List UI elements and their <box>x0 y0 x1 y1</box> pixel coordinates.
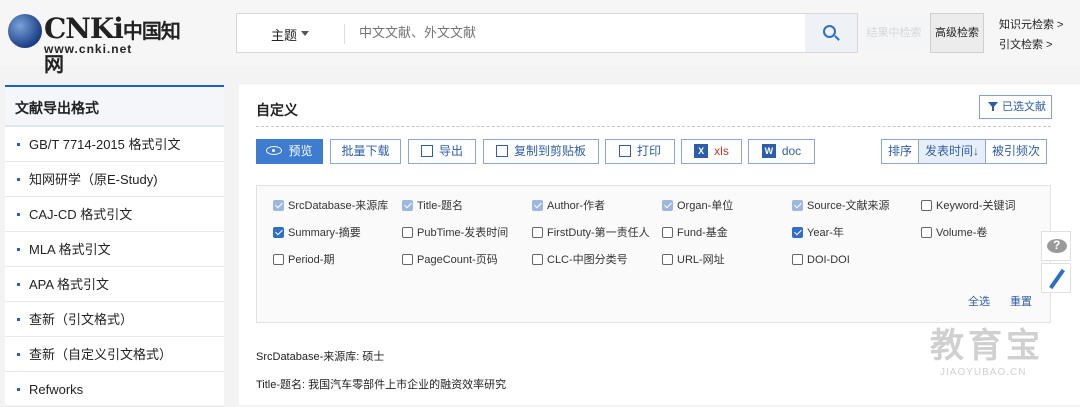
advanced-search-button[interactable]: 高级检索 <box>930 13 984 53</box>
search-box: 主题 <box>236 13 858 53</box>
field-checkbox[interactable]: PageCount-页码 <box>402 252 498 268</box>
batch-download-button[interactable]: 批量下载 <box>330 139 401 164</box>
search-button[interactable] <box>805 14 857 52</box>
field-selection-box: SrcDatabase-来源库 Title-题名 Author-作者 Organ… <box>256 185 1051 323</box>
field-checkbox[interactable]: URL-网址 <box>662 252 725 268</box>
xls-button[interactable]: Xxls <box>681 139 742 164</box>
divider <box>344 24 345 44</box>
question-bubble-icon <box>1047 238 1067 253</box>
sidebar: 文献导出格式 GB/T 7714-2015 格式引文 知网研学（原E-Study… <box>5 85 224 407</box>
knowledge-search-link[interactable]: 知识元检索 > <box>999 15 1063 35</box>
field-checkbox[interactable]: Volume-卷 <box>921 225 987 241</box>
field-checkbox[interactable]: PubTime-发表时间 <box>402 225 508 241</box>
field-checkbox[interactable]: Title-题名 <box>402 198 463 214</box>
field-checkbox[interactable]: CLC-中图分类号 <box>532 252 628 268</box>
search-field-select[interactable]: 主题 <box>271 25 297 44</box>
select-all-link[interactable]: 全选 <box>968 293 990 309</box>
field-checkbox[interactable]: Source-文献来源 <box>792 198 890 214</box>
sort-by-citations[interactable]: 被引频次 <box>986 140 1046 163</box>
sidebar-item-mla[interactable]: MLA 格式引文 <box>5 232 224 267</box>
sidebar-item-cajcd[interactable]: CAJ-CD 格式引文 <box>5 197 224 232</box>
eye-icon <box>266 146 283 156</box>
divider <box>256 126 1051 127</box>
doc-button[interactable]: Wdoc <box>748 139 815 164</box>
sidebar-item-apa[interactable]: APA 格式引文 <box>5 267 224 302</box>
field-checkbox[interactable]: Fund-基金 <box>662 225 728 241</box>
sort-label: 排序 <box>882 140 920 163</box>
selected-docs-button[interactable]: 已选文献 <box>979 95 1052 119</box>
export-button[interactable]: 导出 <box>408 139 476 164</box>
sidebar-item-chaxin-custom[interactable]: 查新（自定义引文格式） <box>5 337 224 372</box>
sidebar-item-estudy[interactable]: 知网研学（原E-Study) <box>5 162 224 197</box>
field-checkbox[interactable]: DOI-DOI <box>792 252 850 268</box>
search-in-results-button[interactable]: 结果中检索 <box>862 14 926 52</box>
sidebar-title: 文献导出格式 <box>5 87 224 127</box>
page-title: 自定义 <box>256 102 298 118</box>
field-checkbox[interactable]: Organ-单位 <box>662 198 733 214</box>
field-checkbox[interactable]: Year-年 <box>792 225 844 241</box>
watermark: 教育宝 JIAOYUBAO.CN <box>930 327 1044 378</box>
copy-clipboard-button[interactable]: 复制到剪贴板 <box>483 139 599 164</box>
sidebar-item-refworks[interactable]: Refworks <box>5 372 224 407</box>
top-bar: CNKi中国知网 www.cnki.net 主题 结果中检索 高级检索 知识元检… <box>0 0 1080 76</box>
sidebar-item-gbt[interactable]: GB/T 7714-2015 格式引文 <box>5 127 224 162</box>
field-checkbox[interactable]: Period-期 <box>273 252 334 268</box>
printer-icon <box>618 144 631 157</box>
result-line: Title-题名: 我国汽车零部件上市企业的融资效率研究 <box>256 379 507 391</box>
sort-by-date[interactable]: 发表时间↓ <box>919 140 987 163</box>
logo-url: www.cnki.net <box>44 42 133 56</box>
right-links: 知识元检索 > 引文检索 > <box>999 15 1063 55</box>
search-input[interactable] <box>359 25 799 40</box>
citation-search-link[interactable]: 引文检索 > <box>999 35 1063 55</box>
word-icon: W <box>761 143 776 158</box>
sidebar-item-chaxin[interactable]: 查新（引文格式） <box>5 302 224 337</box>
edit-button[interactable] <box>1041 263 1071 293</box>
chevron-down-icon <box>301 31 309 36</box>
clipboard-icon <box>495 144 508 157</box>
field-checkbox[interactable]: SrcDatabase-来源库 <box>273 198 388 214</box>
field-checkbox[interactable]: Author-作者 <box>532 198 605 214</box>
field-checkbox[interactable]: Summary-摘要 <box>273 225 361 241</box>
excel-icon: X <box>694 143 709 158</box>
globe-icon <box>8 14 42 48</box>
cnki-logo[interactable]: CNKi中国知网 www.cnki.net <box>8 10 188 76</box>
export-icon <box>420 144 433 157</box>
result-line: SrcDatabase-来源库: 硕士 <box>256 351 385 363</box>
field-checkbox[interactable]: FirstDuty-第一责任人 <box>532 225 650 241</box>
reset-link[interactable]: 重置 <box>1010 293 1032 309</box>
field-checkbox[interactable]: Keyword-关键词 <box>921 198 1015 214</box>
feedback-button[interactable] <box>1041 231 1071 261</box>
sort-bar: 排序 发表时间↓ 被引频次 <box>881 139 1048 164</box>
preview-button[interactable]: 预览 <box>256 139 323 164</box>
print-button[interactable]: 打印 <box>605 139 675 164</box>
pen-icon <box>1049 268 1065 290</box>
